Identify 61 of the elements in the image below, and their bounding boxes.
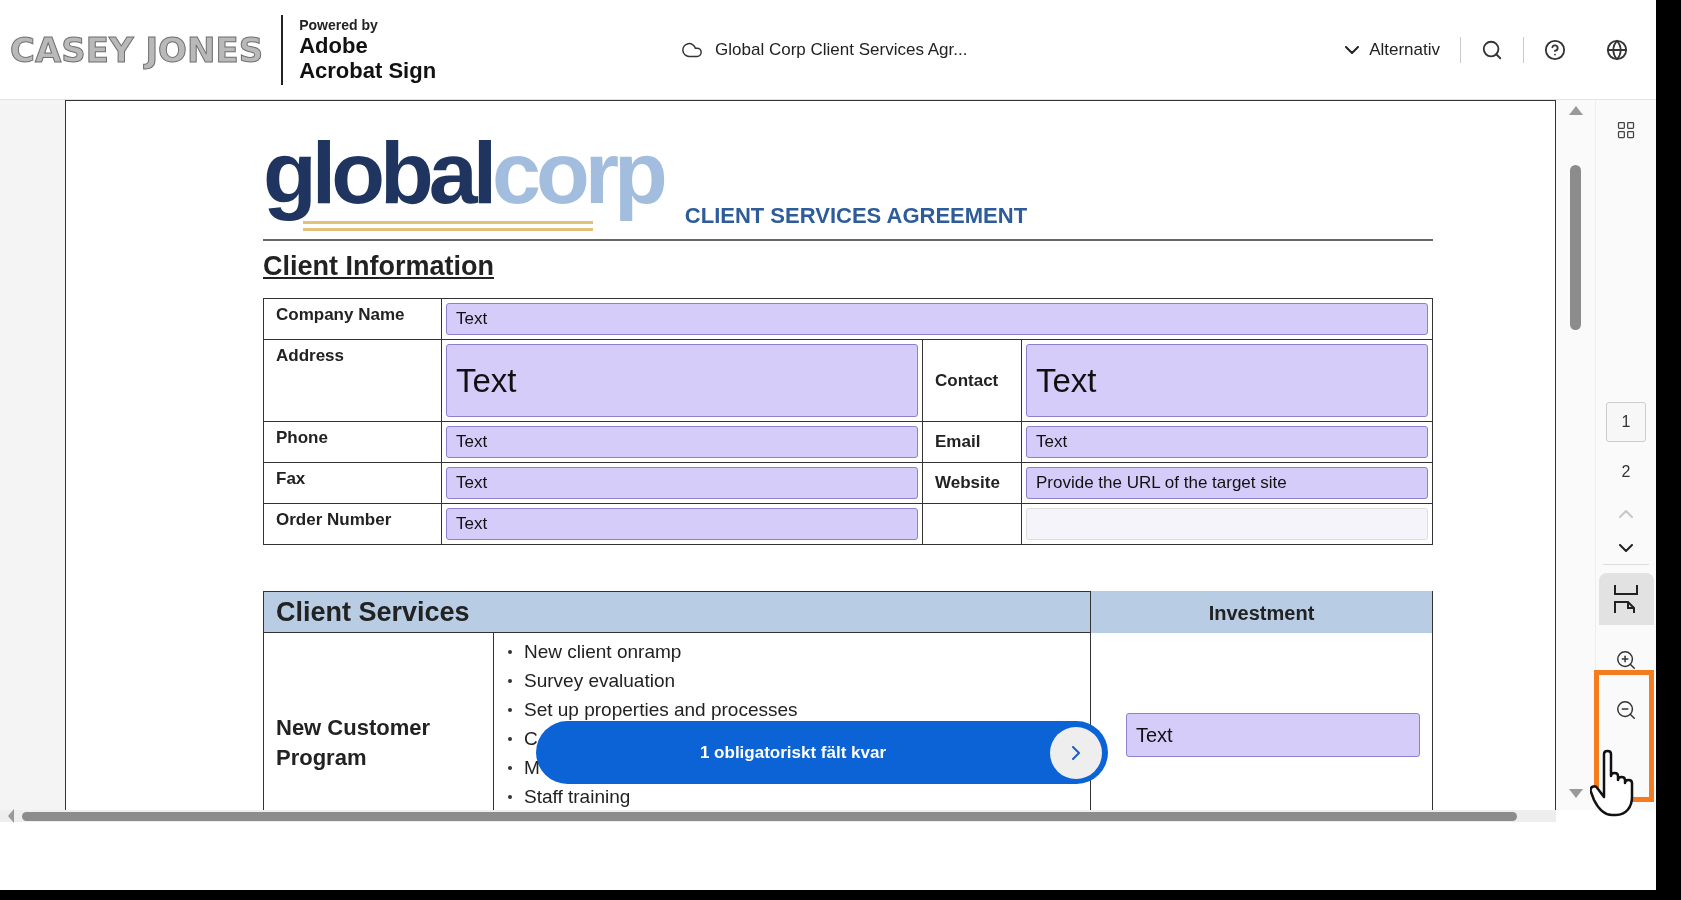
field-label: Contact [935,370,999,391]
service-item: New client onramp [524,640,682,663]
chevron-up-icon [1619,510,1633,518]
field-label: Email [935,432,981,452]
text-field[interactable]: Text [1026,344,1428,417]
chevron-down-icon [1619,544,1633,552]
field-label: Order Number [276,510,392,530]
text-field[interactable]: Text [1026,426,1428,458]
zoom-in-button[interactable] [1615,649,1637,671]
text-field[interactable]: Text [446,344,918,417]
service-item: Survey evaluation [524,669,676,692]
brand-logo: CASEY JONES [10,29,264,70]
text-field[interactable]: Text [446,426,918,458]
bullet-icon [508,794,512,799]
text-field[interactable]: Text [446,303,1428,335]
text-field[interactable]: Text [1126,713,1420,757]
scrollbar-thumb[interactable] [1570,165,1581,330]
fit-page-button[interactable] [1598,573,1654,625]
service-item: C [524,727,538,750]
search-button[interactable] [1481,38,1503,61]
options-menu[interactable]: Alternativ [1345,39,1440,60]
column-heading: Investment [1208,601,1315,625]
field-label: Company Name [276,305,405,325]
field-label: Fax [276,469,306,489]
page-button[interactable]: 1 [1606,402,1646,442]
field-label: Website [935,473,1000,493]
service-item: Staff training [524,785,631,808]
chevron-right-icon [1072,745,1080,760]
banner-text: 1 obligatoriskt fält kvar [698,742,888,763]
product-name: Acrobat Sign [299,57,437,83]
bullet-icon [508,736,512,741]
fit-page-icon [1614,584,1638,614]
field-label: Address [276,346,345,366]
bullet-icon [508,678,512,683]
bullet-icon [508,649,512,654]
globe-button[interactable] [1606,38,1628,61]
bullet-icon [508,707,512,712]
text-field[interactable]: Provide the URL of the target site [1026,467,1428,499]
powered-by-text: Powered by [299,16,379,33]
zoom-out-button[interactable] [1615,699,1637,721]
document-heading: CLIENT SERVICES AGREEMENT [684,203,1028,229]
service-item: Set up properties and processes [524,698,798,721]
help-button[interactable] [1544,38,1566,61]
document-title: Global Corp Client Services Agr... [715,39,968,60]
page-button[interactable]: 2 [1606,452,1646,492]
grid-view-icon[interactable] [1616,120,1636,140]
chevron-down-icon [1345,45,1360,54]
text-field[interactable]: Text [446,467,918,499]
next-button[interactable] [1050,726,1102,779]
company-logo: globalcorp [263,127,665,219]
field-label: Phone [276,428,328,448]
next-page-button[interactable] [1619,544,1633,552]
bullet-icon [508,765,512,770]
section-heading: Client Information [263,251,494,282]
program-name: New Customer Program [276,714,432,772]
scroll-up-icon[interactable] [1568,106,1583,115]
text-field[interactable]: Text [446,508,918,540]
table-heading: Client Services [276,596,470,628]
scroll-left-icon[interactable] [8,809,14,823]
scrollbar-thumb[interactable] [22,811,1517,821]
product-name: Adobe [299,32,368,58]
